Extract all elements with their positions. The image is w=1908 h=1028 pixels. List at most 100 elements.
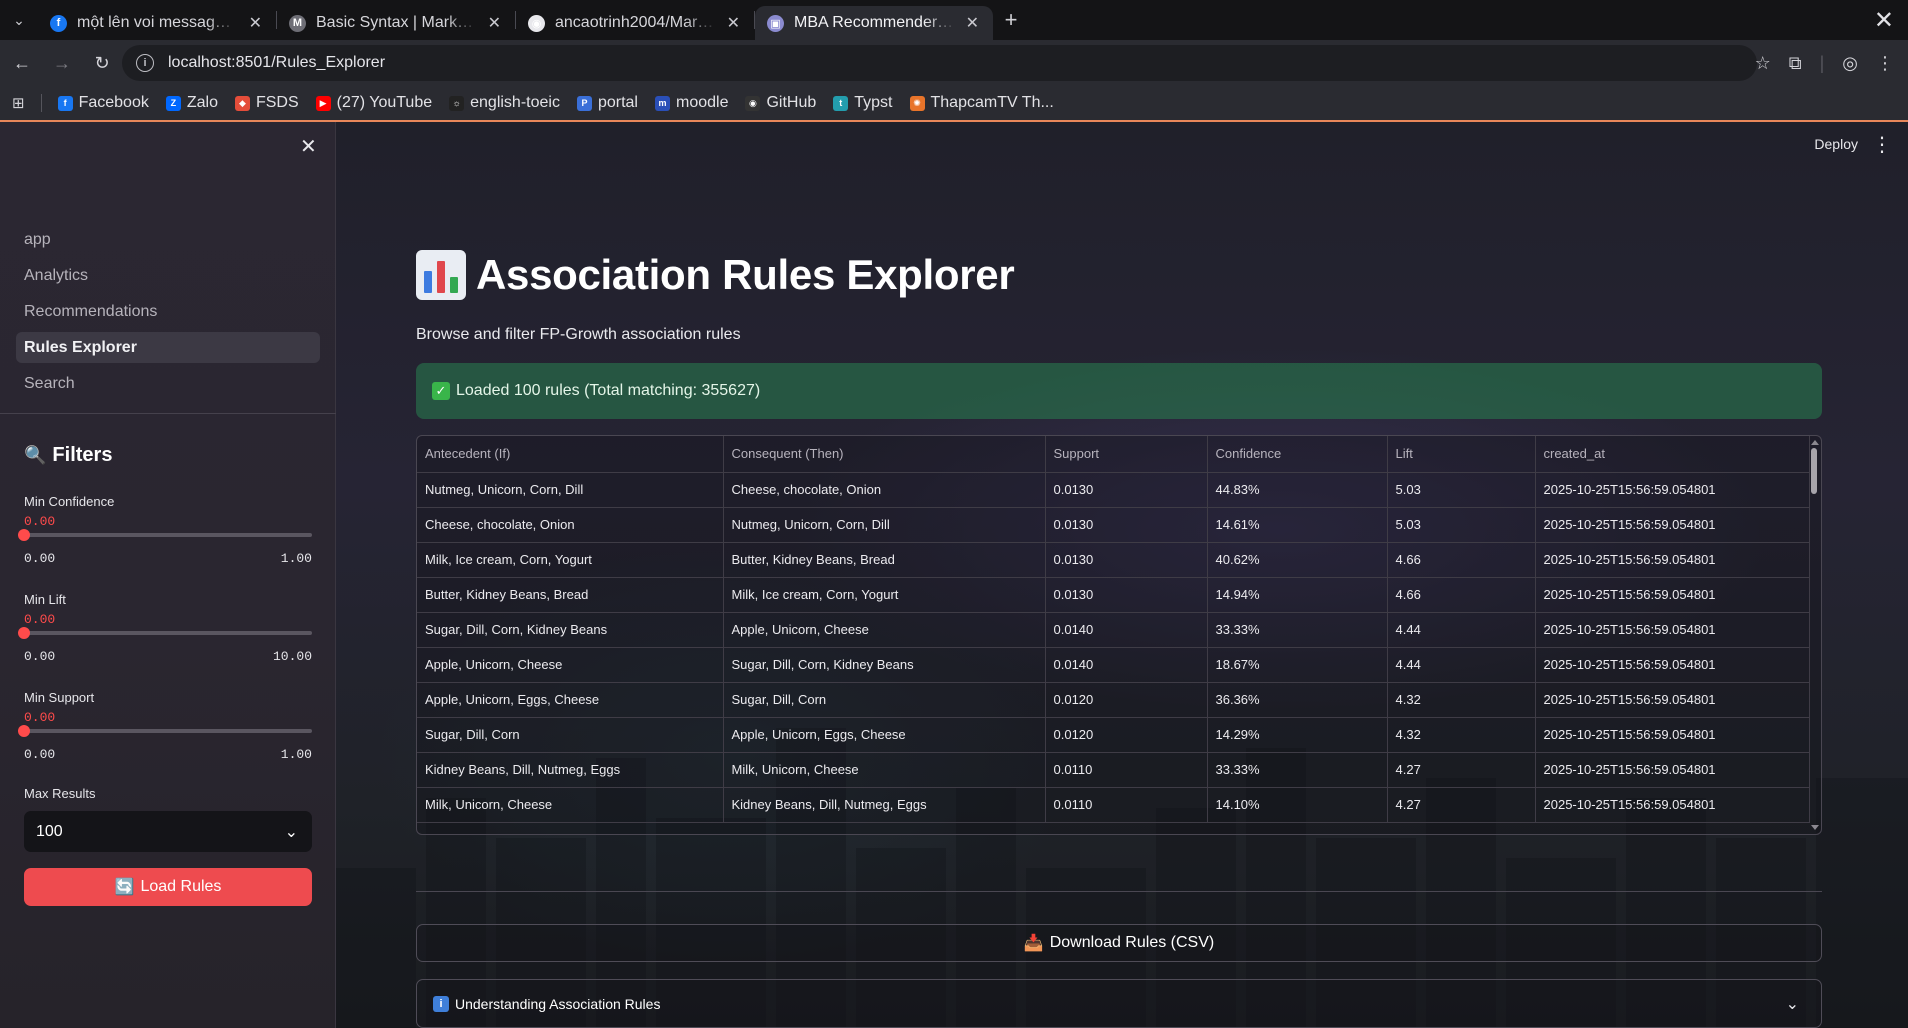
browser-tab[interactable]: ▣ MBA Recommender Sys ✕ xyxy=(755,6,993,40)
forward-arrow-icon[interactable]: → xyxy=(44,45,80,81)
tab-search-chevron-icon[interactable]: ⌄ xyxy=(0,0,38,40)
browser-tab[interactable]: ◉ ancaotrinh2004/Market ✕ xyxy=(516,6,754,40)
table-cell: 2025-10-25T15:56:59.054801 xyxy=(1535,752,1810,788)
tab-close-icon[interactable]: ✕ xyxy=(966,13,979,33)
profile-icon[interactable]: ◎ xyxy=(1842,53,1858,74)
bookmark-item[interactable]: ☼ english-toeic xyxy=(449,94,560,112)
sidebar-item-analytics[interactable]: Analytics xyxy=(16,260,320,291)
min-confidence-track[interactable] xyxy=(18,529,312,541)
table-cell: Sugar, Dill, Corn, Kidney Beans xyxy=(417,612,724,648)
table-scrollbar[interactable] xyxy=(1808,436,1821,834)
column-header[interactable]: Consequent (Then) xyxy=(723,436,1046,473)
column-header[interactable]: Lift xyxy=(1387,436,1536,473)
understanding-rules-expander[interactable]: i Understanding Association Rules ⌄ xyxy=(416,979,1822,1028)
table-row[interactable]: Cheese, chocolate, Onion Nutmeg, Unicorn,… xyxy=(417,507,1810,543)
scroll-down-arrow-icon[interactable] xyxy=(1811,825,1819,830)
tab-close-icon[interactable]: ✕ xyxy=(249,13,262,33)
sidebar-item-recommendations[interactable]: Recommendations xyxy=(16,296,320,327)
bookmark-label: moodle xyxy=(675,94,729,111)
table-row[interactable]: Kidney Beans, Dill, Nutmeg, Eggs Milk, Un… xyxy=(417,752,1810,788)
back-arrow-icon[interactable]: ← xyxy=(4,45,40,81)
download-tray-icon: 📥 xyxy=(1023,935,1044,952)
bookmark-item[interactable]: ▶ (27) YouTube xyxy=(315,94,432,112)
min-lift-track[interactable] xyxy=(18,627,312,639)
min-support-range-min: 0.00 xyxy=(24,747,56,762)
table-row[interactable]: Butter, Kidney Beans, Bread Milk, Ice cre… xyxy=(417,577,1810,613)
bookmark-item[interactable]: Z Zalo xyxy=(165,94,218,112)
github-icon: ◉ xyxy=(528,14,545,32)
table-row[interactable]: Sugar, Dill, Corn Apple, Unicorn, Eggs, C… xyxy=(417,717,1810,753)
download-csv-button[interactable]: 📥 Download Rules (CSV) xyxy=(416,924,1822,962)
bookmark-star-icon[interactable]: ☆ xyxy=(1755,53,1771,74)
column-header[interactable]: created_at xyxy=(1535,436,1810,473)
scroll-up-arrow-icon[interactable] xyxy=(1811,440,1819,445)
bookmark-favicon-icon: t xyxy=(833,95,849,111)
table-row[interactable]: Milk, Unicorn, Cheese Kidney Beans, Dill,… xyxy=(417,787,1810,823)
column-header[interactable]: Antecedent (If) xyxy=(417,436,724,473)
tab-close-icon[interactable]: ✕ xyxy=(727,13,740,33)
load-rules-button[interactable]: 🔄 Load Rules xyxy=(24,868,312,906)
sidebar-item-rules-explorer[interactable]: Rules Explorer xyxy=(16,332,320,363)
reload-icon[interactable]: ↻ xyxy=(84,45,120,81)
sidebar-item-search[interactable]: Search xyxy=(16,368,320,399)
rules-table[interactable]: Antecedent (If) Consequent (Then) Support C… xyxy=(416,435,1822,835)
min-support-value: 0.00 xyxy=(24,710,56,725)
table-cell: 2025-10-25T15:56:59.054801 xyxy=(1535,787,1810,823)
bookmark-label: FSDS xyxy=(255,94,299,111)
table-cell: 0.0130 xyxy=(1045,507,1208,543)
max-results-value: 100 xyxy=(36,822,63,840)
bookmark-item[interactable]: m moodle xyxy=(654,94,729,112)
site-info-icon[interactable]: i xyxy=(136,54,154,72)
table-cell: 4.44 xyxy=(1387,612,1536,648)
table-cell: 2025-10-25T15:56:59.054801 xyxy=(1535,612,1810,648)
sidebar-close-icon[interactable]: ✕ xyxy=(300,134,317,159)
min-confidence-thumb[interactable] xyxy=(18,529,30,541)
bookmark-item[interactable]: f Facebook xyxy=(57,94,149,112)
table-cell: Apple, Unicorn, Eggs, Cheese xyxy=(417,682,724,718)
filters-title-text: Filters xyxy=(52,444,113,466)
app-menu-icon[interactable]: ⋮ xyxy=(1872,132,1892,157)
bookmark-label: Facebook xyxy=(78,94,149,111)
table-cell: 4.27 xyxy=(1387,787,1536,823)
apps-grid-icon[interactable]: ⊞ xyxy=(12,94,25,112)
browser-tab[interactable]: M Basic Syntax | Markdow ✕ xyxy=(277,6,515,40)
table-row[interactable]: Apple, Unicorn, Cheese Sugar, Dill, Corn,… xyxy=(417,647,1810,683)
table-row[interactable]: Milk, Ice cream, Corn, Yogurt Butter, Kid… xyxy=(417,542,1810,578)
tab-close-icon[interactable]: ✕ xyxy=(488,13,501,33)
table-cell: 44.83% xyxy=(1207,472,1388,508)
max-results-select[interactable]: 100 ⌄ xyxy=(24,811,312,852)
bookmark-item[interactable]: ◆ FSDS xyxy=(234,94,299,112)
min-support-track[interactable] xyxy=(18,725,312,737)
sidebar-item-app[interactable]: app xyxy=(16,224,320,255)
bookmark-favicon-icon: f xyxy=(57,95,73,111)
new-tab-button[interactable]: + xyxy=(993,0,1029,40)
extensions-icon[interactable]: ⧉ xyxy=(1789,53,1802,74)
tab-title: ancaotrinh2004/Market xyxy=(555,14,717,31)
bookmark-item[interactable]: ✺ ThapcamTV Th... xyxy=(909,94,1054,112)
bookmark-label: ThapcamTV Th... xyxy=(930,94,1054,111)
bookmark-favicon-icon: P xyxy=(576,95,592,111)
browser-menu-icon[interactable]: ⋮ xyxy=(1876,53,1894,74)
bookmark-item[interactable]: t Typst xyxy=(833,94,893,112)
table-cell: 0.0140 xyxy=(1045,612,1208,648)
column-header[interactable]: Support xyxy=(1045,436,1208,473)
browser-tab[interactable]: f một lên voi messaged y ✕ xyxy=(38,6,276,40)
bookmark-item[interactable]: ◉ GitHub xyxy=(745,94,816,112)
table-cell: 33.33% xyxy=(1207,752,1388,788)
bookmark-item[interactable]: Pportal xyxy=(576,94,638,112)
sidebar-divider xyxy=(0,413,336,414)
table-row[interactable]: Nutmeg, Unicorn, Corn, Dill Cheese, choco… xyxy=(417,472,1810,508)
table-row[interactable]: Apple, Unicorn, Eggs, Cheese Sugar, Dill,… xyxy=(417,682,1810,718)
min-lift-thumb[interactable] xyxy=(18,627,30,639)
address-bar[interactable]: i localhost:8501/Rules_Explorer xyxy=(122,45,1757,81)
table-row[interactable]: Sugar, Dill, Corn, Kidney Beans Apple, Un… xyxy=(417,612,1810,648)
sidebar: ✕ app Analytics Recommendations Rules Explo… xyxy=(0,122,336,1028)
scrollbar-thumb[interactable] xyxy=(1811,448,1817,494)
min-lift-slider: Min Lift 0.00 0.00 10.00 xyxy=(18,592,312,664)
deploy-button[interactable]: Deploy xyxy=(1814,136,1858,152)
window-close-icon[interactable]: ✕ xyxy=(1874,6,1894,35)
tab-title: Basic Syntax | Markdow xyxy=(316,14,478,31)
column-header[interactable]: Confidence xyxy=(1207,436,1388,473)
table-cell: Apple, Unicorn, Cheese xyxy=(723,612,1046,648)
min-support-thumb[interactable] xyxy=(18,725,30,737)
